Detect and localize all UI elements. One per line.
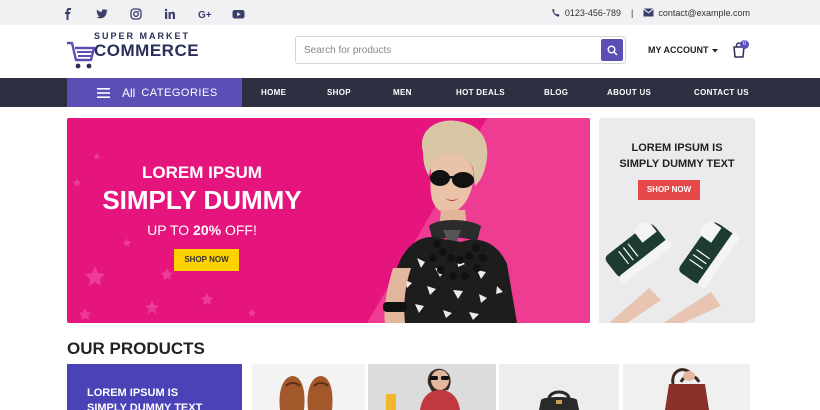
top-bar: G+ 0123-456-789 | contact@example.com [0, 0, 820, 25]
hero-model-image [383, 120, 517, 323]
hero-discount-prefix: UP TO [147, 222, 194, 238]
hero-discount-suffix: OFF! [221, 222, 257, 238]
product-card-woman[interactable] [368, 364, 496, 410]
product-card-shoes[interactable] [252, 364, 365, 410]
youtube-icon[interactable] [232, 7, 245, 19]
nav-home[interactable]: HOME [261, 78, 286, 107]
product-image-handbag [665, 368, 709, 410]
product-promo-line1: LOREM IPSUM IS [87, 387, 179, 399]
search-icon [607, 45, 618, 56]
hamburger-icon [97, 87, 110, 98]
page: G+ 0123-456-789 | contact@example.com SU… [0, 0, 820, 410]
logo-tagline: SUPER MARKET [94, 31, 191, 41]
main-nav: All CATEGORIES HOME SHOP MEN HOT DEALS B… [0, 78, 820, 107]
product-card-handbag[interactable] [623, 364, 750, 410]
categories-all-label: All [122, 85, 136, 100]
my-account-label: MY ACCOUNT [648, 45, 709, 55]
star-pattern [73, 153, 256, 320]
logo-wordmark: COMMERCE [94, 41, 200, 60]
product-promo-line2: SIMPLY DUMMY TEXT [87, 402, 203, 410]
hero-discount-text: UP TO 20% OFF! [67, 222, 337, 238]
nav-hot-deals[interactable]: HOT DEALS [456, 78, 505, 107]
hero-heading-large: SIMPLY DUMMY [102, 185, 302, 215]
logo-cart-icon [67, 41, 96, 69]
search-input[interactable] [304, 37, 594, 63]
phone-number[interactable]: 0123-456-789 [565, 8, 621, 18]
nav-men[interactable]: MEN [393, 78, 412, 107]
search-button[interactable] [601, 39, 623, 61]
email-icon [643, 8, 655, 17]
search-bar [295, 36, 626, 64]
chevron-down-icon [712, 48, 719, 53]
categories-label: CATEGORIES [141, 86, 218, 99]
hero-heading-small: LOREM IPSUM [142, 163, 262, 182]
contact-separator: | [630, 7, 634, 18]
my-account-menu[interactable]: MY ACCOUNT [648, 45, 719, 55]
google-plus-icon[interactable]: G+ [198, 7, 212, 21]
product-image-shoes [279, 376, 333, 410]
product-image-woman [386, 368, 460, 410]
contact-info: 0123-456-789 | contact@example.com [551, 0, 750, 25]
nav-contact-us[interactable]: CONTACT US [694, 78, 749, 107]
side-promo-banner[interactable]: LOREM IPSUM IS SIMPLY DUMMY TEXT SHOP NO… [599, 118, 755, 323]
hero-banner[interactable]: LOREM IPSUM SIMPLY DUMMY UP TO 20% OFF! … [67, 118, 590, 323]
product-image-bag [539, 390, 579, 410]
header: SUPER MARKET COMMERCE MY ACCOUNT 0 [0, 25, 820, 78]
logo[interactable]: SUPER MARKET COMMERCE [66, 31, 206, 73]
cart-count-badge: 0 [740, 40, 749, 49]
side-promo-line1: LOREM IPSUM IS [631, 142, 723, 154]
email-address[interactable]: contact@example.com [658, 8, 750, 18]
instagram-icon[interactable] [130, 7, 142, 20]
nav-about-us[interactable]: ABOUT US [607, 78, 651, 107]
social-links: G+ [62, 0, 266, 25]
phone-icon [552, 8, 560, 17]
all-categories-button[interactable]: All CATEGORIES [67, 78, 242, 107]
product-promo-card[interactable]: LOREM IPSUM IS SIMPLY DUMMY TEXT [67, 364, 242, 410]
product-promo-text: LOREM IPSUM IS SIMPLY DUMMY TEXT [87, 386, 202, 410]
linkedin-icon[interactable] [164, 7, 176, 19]
hero-shop-now-button[interactable]: SHOP NOW [174, 249, 239, 271]
nav-shop[interactable]: SHOP [327, 78, 351, 107]
product-row: LOREM IPSUM IS SIMPLY DUMMY TEXT [67, 364, 750, 410]
sneakers-image [605, 221, 740, 323]
twitter-icon[interactable] [96, 7, 108, 19]
section-title-products: OUR PRODUCTS [67, 339, 205, 358]
svg-text:G+: G+ [198, 10, 212, 20]
nav-blog[interactable]: BLOG [544, 78, 568, 107]
side-promo-line2: SIMPLY DUMMY TEXT [619, 158, 735, 170]
side-shop-now-button[interactable]: SHOP NOW [638, 180, 700, 200]
product-card-bag[interactable] [499, 364, 619, 410]
side-promo-title: LOREM IPSUM IS SIMPLY DUMMY TEXT [599, 140, 755, 172]
hero-discount-percent: 20% [193, 222, 222, 238]
facebook-icon[interactable] [62, 7, 74, 20]
